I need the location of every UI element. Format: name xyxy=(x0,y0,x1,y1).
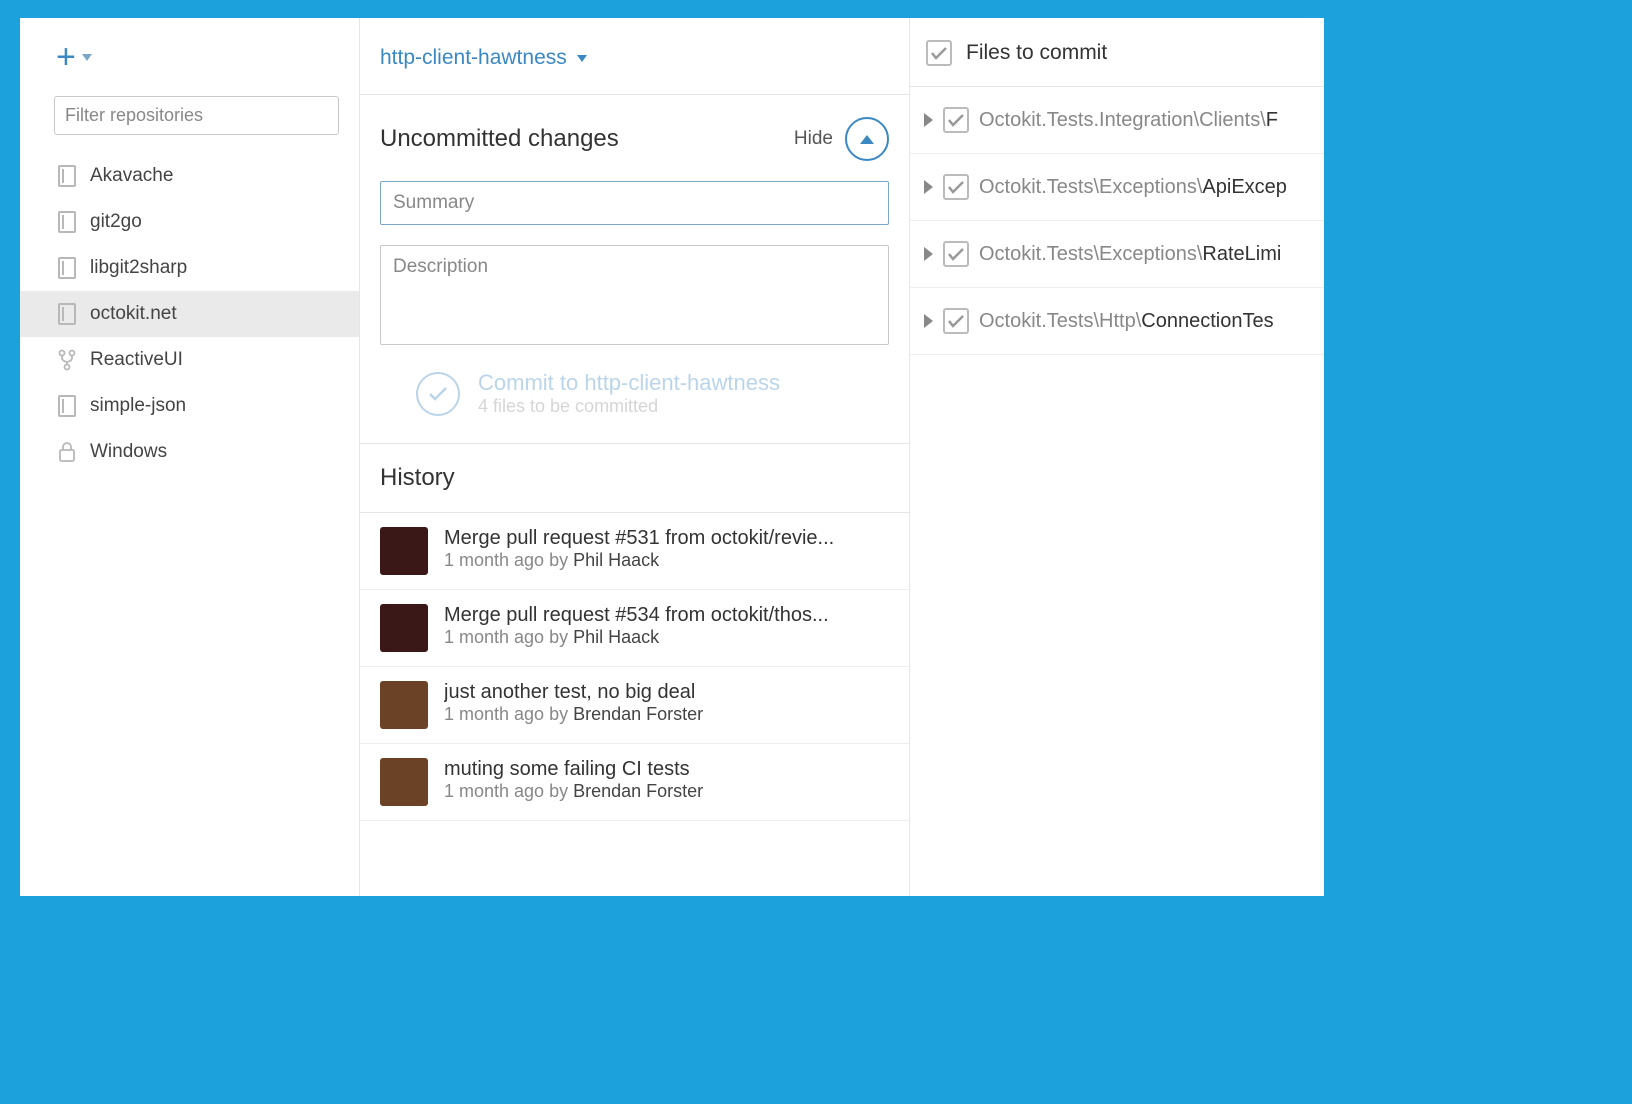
history-item[interactable]: muting some failing CI tests1 month ago … xyxy=(360,744,909,821)
commit-meta: 1 month ago by Brendan Forster xyxy=(444,781,889,802)
files-panel: Files to commit Octokit.Tests.Integratio… xyxy=(910,18,1324,896)
commit-summary-input[interactable] xyxy=(380,181,889,225)
avatar xyxy=(380,527,428,575)
file-path: Octokit.Tests\Exceptions\ApiExcep xyxy=(979,176,1287,199)
expand-triangle-icon[interactable] xyxy=(924,180,933,194)
app-window: + Akavache git2go libgit2sharp octokit.net R… xyxy=(20,18,1324,896)
repo-icon xyxy=(58,303,76,325)
collapse-button[interactable] xyxy=(845,117,889,161)
files-list: Octokit.Tests.Integration\Clients\F Octok… xyxy=(910,87,1324,355)
center-column: http-client-hawtness Uncommitted changes… xyxy=(360,18,910,896)
repo-item-libgit2sharp[interactable]: libgit2sharp xyxy=(20,245,359,291)
repo-item-reactiveui[interactable]: ReactiveUI xyxy=(20,337,359,383)
uncommitted-changes-panel: Uncommitted changes Hide Commit xyxy=(360,95,909,444)
repo-item-git2go[interactable]: git2go xyxy=(20,199,359,245)
repo-name: Windows xyxy=(90,441,167,463)
commit-meta: 1 month ago by Brendan Forster xyxy=(444,704,889,725)
history-item-text: muting some failing CI tests1 month ago … xyxy=(444,758,889,806)
main-area: http-client-hawtness Uncommitted changes… xyxy=(360,18,1324,896)
changes-title: Uncommitted changes xyxy=(380,125,619,153)
history-item-text: Merge pull request #531 from octokit/rev… xyxy=(444,527,889,575)
sidebar: + Akavache git2go libgit2sharp octokit.net R… xyxy=(20,18,360,896)
history-title: History xyxy=(380,464,889,492)
commit-message: Merge pull request #531 from octokit/rev… xyxy=(444,527,889,550)
file-row[interactable]: Octokit.Tests.Integration\Clients\F xyxy=(910,87,1324,154)
repo-name: libgit2sharp xyxy=(90,257,187,279)
history-item-text: just another test, no big deal1 month ag… xyxy=(444,681,889,729)
filter-repositories-input[interactable] xyxy=(54,96,339,135)
repo-item-akavache[interactable]: Akavache xyxy=(20,153,359,199)
history-list: Merge pull request #531 from octokit/rev… xyxy=(360,513,909,821)
history-item[interactable]: Merge pull request #534 from octokit/tho… xyxy=(360,590,909,667)
commit-author: Brendan Forster xyxy=(573,781,703,801)
repo-icon xyxy=(58,211,76,233)
commit-button-text: Commit to http-client-hawtness 4 files t… xyxy=(478,370,780,417)
commit-meta: 1 month ago by Phil Haack xyxy=(444,550,889,571)
file-checkbox[interactable] xyxy=(943,174,969,200)
commit-meta: 1 month ago by Phil Haack xyxy=(444,627,889,648)
repo-item-windows[interactable]: Windows xyxy=(20,429,359,475)
commit-primary-label: Commit to http-client-hawtness xyxy=(478,370,780,396)
caret-down-icon xyxy=(82,54,92,61)
file-path: Octokit.Tests.Integration\Clients\F xyxy=(979,109,1278,132)
chevron-up-icon xyxy=(860,135,874,144)
commit-author: Phil Haack xyxy=(573,550,659,570)
avatar xyxy=(380,681,428,729)
history-item-text: Merge pull request #534 from octokit/tho… xyxy=(444,604,889,652)
files-header-label: Files to commit xyxy=(966,41,1107,65)
commit-author: Phil Haack xyxy=(573,627,659,647)
repo-icon xyxy=(58,165,76,187)
fork-icon xyxy=(58,349,76,371)
repo-name: simple-json xyxy=(90,395,186,417)
file-path: Octokit.Tests\Http\ConnectionTes xyxy=(979,310,1274,333)
select-all-checkbox[interactable] xyxy=(926,40,952,66)
file-checkbox[interactable] xyxy=(943,107,969,133)
repository-list: Akavache git2go libgit2sharp octokit.net Rea… xyxy=(20,153,359,475)
file-checkbox[interactable] xyxy=(943,241,969,267)
add-repo-button[interactable]: + xyxy=(20,40,359,96)
lock-icon xyxy=(58,441,76,463)
commit-message: Merge pull request #534 from octokit/tho… xyxy=(444,604,889,627)
repo-item-octokit-net[interactable]: octokit.net xyxy=(20,291,359,337)
expand-triangle-icon[interactable] xyxy=(924,113,933,127)
commit-description-input[interactable] xyxy=(380,245,889,345)
file-checkbox[interactable] xyxy=(943,308,969,334)
check-circle-icon xyxy=(416,372,460,416)
expand-triangle-icon[interactable] xyxy=(924,314,933,328)
file-row[interactable]: Octokit.Tests\Exceptions\RateLimi xyxy=(910,221,1324,288)
files-header: Files to commit xyxy=(910,18,1324,87)
file-row[interactable]: Octokit.Tests\Exceptions\ApiExcep xyxy=(910,154,1324,221)
plus-icon: + xyxy=(56,40,76,74)
branch-selector[interactable]: http-client-hawtness xyxy=(360,18,909,95)
repo-icon xyxy=(58,395,76,417)
hide-label[interactable]: Hide xyxy=(794,128,833,150)
avatar xyxy=(380,604,428,652)
history-item[interactable]: just another test, no big deal1 month ag… xyxy=(360,667,909,744)
commit-button[interactable]: Commit to http-client-hawtness 4 files t… xyxy=(380,370,889,443)
history-header: History xyxy=(360,444,909,513)
file-path: Octokit.Tests\Exceptions\RateLimi xyxy=(979,243,1281,266)
caret-down-icon[interactable] xyxy=(577,55,587,62)
repo-item-simple-json[interactable]: simple-json xyxy=(20,383,359,429)
branch-name[interactable]: http-client-hawtness xyxy=(380,46,567,70)
repo-name: octokit.net xyxy=(90,303,177,325)
repo-name: git2go xyxy=(90,211,142,233)
commit-author: Brendan Forster xyxy=(573,704,703,724)
commit-secondary-label: 4 files to be committed xyxy=(478,396,780,417)
repo-name: Akavache xyxy=(90,165,173,187)
commit-message: muting some failing CI tests xyxy=(444,758,889,781)
repo-icon xyxy=(58,257,76,279)
file-row[interactable]: Octokit.Tests\Http\ConnectionTes xyxy=(910,288,1324,355)
history-item[interactable]: Merge pull request #531 from octokit/rev… xyxy=(360,513,909,590)
filter-container xyxy=(54,96,339,135)
hide-toggle[interactable]: Hide xyxy=(794,117,889,161)
expand-triangle-icon[interactable] xyxy=(924,247,933,261)
changes-header: Uncommitted changes Hide xyxy=(380,117,889,161)
avatar xyxy=(380,758,428,806)
commit-message: just another test, no big deal xyxy=(444,681,889,704)
repo-name: ReactiveUI xyxy=(90,349,183,371)
